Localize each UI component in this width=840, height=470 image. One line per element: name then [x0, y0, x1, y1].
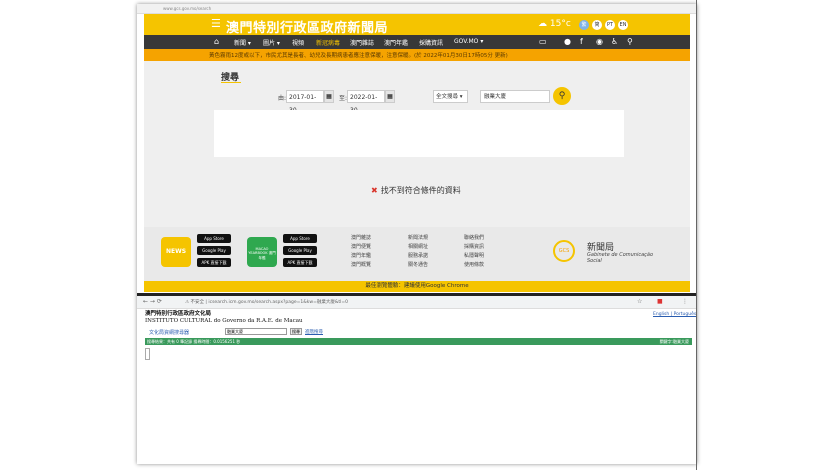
nav-procurement[interactable]: 採購資訊 — [419, 38, 443, 47]
temperature: 15°c — [549, 19, 571, 29]
lang-en[interactable]: EN — [618, 20, 628, 30]
from-label: 由: — [278, 95, 287, 102]
ic-lang-links[interactable]: English | Português — [653, 312, 696, 317]
heading-underline — [221, 82, 241, 83]
macau-magazine-icon[interactable]: ▭ — [539, 37, 547, 46]
google-play-badge[interactable]: Google Play — [283, 246, 317, 255]
search-icon: ⚲ — [558, 91, 566, 101]
page-frame: www.gcs.gov.mo/search ☰ 澳門特別行政區政府新聞局 ☁ 1… — [137, 4, 697, 464]
search-icon[interactable]: ⚲ — [627, 37, 633, 46]
nav-photos[interactable]: 圖片 ▾ — [263, 38, 280, 47]
ic-empty-result — [145, 348, 150, 360]
search-button[interactable]: ⚲ — [553, 87, 571, 105]
footer-link[interactable]: 聯絡我們 — [464, 234, 484, 241]
nav-magazine[interactable]: 澳門雜誌 — [350, 38, 374, 47]
apk-badge[interactable]: APK 直接下載 — [197, 258, 231, 267]
footer-link[interactable]: 服務承諾 — [408, 252, 428, 259]
gcs-logo-block[interactable]: GCS 新聞局 Gabinete de Comunicação Social — [549, 237, 669, 267]
app-store-badge[interactable]: App Store — [197, 234, 231, 243]
search-scope-select[interactable]: 全文搜尋 ▾ — [433, 90, 468, 103]
footer-link[interactable]: 使用條款 — [464, 261, 484, 268]
browser-url[interactable]: www.gcs.gov.mo/search — [163, 6, 211, 11]
to-date-input[interactable]: 2022-01-30 — [347, 90, 385, 114]
nav-govmo[interactable]: GOV.MO ▾ — [454, 38, 483, 45]
lang-zh-hans[interactable]: 简 — [592, 20, 602, 30]
extension-icon[interactable]: ■ — [657, 298, 663, 305]
ic-org-zh: 澳門特別行政區政府文化局 — [145, 311, 212, 317]
footer-link[interactable]: 新聞法規 — [408, 234, 428, 241]
chat-icon[interactable]: ● — [564, 37, 571, 46]
from-date-input[interactable]: 2017-01-30 — [286, 90, 324, 114]
ic-org-pt: INSTITUTO CULTURAL do Governo da R.A.E. … — [145, 318, 303, 324]
footer-link[interactable]: 採購資訊 — [464, 243, 484, 250]
google-play-badge[interactable]: Google Play — [197, 246, 231, 255]
search-section: 搜尋 由: 2017-01-30 ▦ 至: 2022-01-30 ▦ 全文搜尋 … — [144, 61, 690, 227]
footer-link[interactable]: 澳門年鑑 — [351, 252, 371, 259]
gcs-logo: GCS — [553, 240, 575, 262]
keyword-input[interactable]: 融業大廈 — [480, 90, 550, 103]
to-label: 至: — [339, 95, 348, 102]
ic-search-button[interactable]: 搜尋 — [290, 328, 302, 335]
weather-widget: ☁ 15°c — [538, 19, 571, 29]
ic-category-link[interactable]: 文化局資網搜尋器 — [149, 329, 189, 336]
footer-link[interactable]: 澳門便覽 — [351, 243, 371, 250]
notice-text[interactable]: 黃色霧雨12度或以下，市民尤其是長者、幼兒及長期病患者應注意保暖，注意保暖。(於… — [209, 51, 508, 59]
site-footer: NEWS App Store Google Play APK 直接下載 MACA… — [144, 227, 690, 281]
nav-news[interactable]: 新聞 ▾ — [234, 38, 251, 47]
calendar-icon[interactable]: ▦ — [324, 90, 334, 103]
news-app-logo[interactable]: NEWS — [161, 237, 191, 267]
browser-address-bar[interactable]: www.gcs.gov.mo/search — [137, 4, 697, 14]
footer-link[interactable]: 澳門概覽 — [351, 261, 371, 268]
second-browser-window: ← → ⟳ ⚠ 不安全 | icsearch.icm.gov.mo/search… — [137, 296, 697, 464]
ic-result-keyword: 關鍵字:融業大廈 — [659, 339, 689, 344]
nav-covid[interactable]: 新冠病毒 — [316, 38, 340, 47]
ic-search-input[interactable]: 融業大廈 — [225, 328, 287, 335]
error-x-icon: ✖ — [371, 186, 378, 195]
nav-videos[interactable]: 視頻 — [292, 38, 304, 47]
lang-pt[interactable]: PT — [605, 20, 615, 30]
footer-link[interactable]: 關冬通告 — [408, 261, 428, 268]
facebook-icon[interactable]: f — [580, 37, 583, 46]
footer-link[interactable]: 相關網址 — [408, 243, 428, 250]
site-header: ☰ 澳門特別行政區政府新聞局 ☁ 15°c 繁 简 PT EN — [144, 14, 690, 36]
ic-advanced-link[interactable]: 進階搜尋 — [305, 329, 323, 335]
no-results-message: ✖ 找不到符合條件的資料 — [371, 186, 461, 195]
results-box — [214, 110, 624, 157]
weather-notice-bar: 黃色霧雨12度或以下，市民尤其是長者、幼兒及長期病患者應注意保暖，注意保暖。(於… — [144, 49, 690, 61]
rss-icon[interactable]: ◉ — [596, 37, 603, 46]
footer-link[interactable]: 私隱聲明 — [464, 252, 484, 259]
footer-link[interactable]: 澳門雜誌 — [351, 234, 371, 241]
apk-badge[interactable]: APK 直接下載 — [283, 258, 317, 267]
frame-edge — [696, 0, 697, 470]
main-nav: ⌂ 新聞 ▾ 圖片 ▾ 視頻 新冠病毒 澳門雜誌 澳門年鑑 採購資訊 GOV.M… — [144, 35, 690, 49]
nav-yearbook[interactable]: 澳門年鑑 — [384, 38, 408, 47]
ic-header: 澳門特別行政區政府文化局 INSTITUTO CULTURAL do Gover… — [145, 311, 303, 325]
browser-recommendation: 最佳瀏覽體驗：建議使用Google Chrome — [144, 281, 690, 292]
calendar-icon[interactable]: ▦ — [385, 90, 395, 103]
site-title[interactable]: 澳門特別行政區政府新聞局 — [226, 17, 388, 36]
back-forward-icons[interactable]: ← → ⟳ — [143, 298, 162, 305]
gcs-subtitle: Gabinete de Comunicação Social — [587, 252, 654, 264]
browser-url[interactable]: ⚠ 不安全 | icsearch.icm.gov.mo/search.aspx?… — [185, 299, 348, 305]
yearbook-app-logo[interactable]: MACAO YEARBOOK 澳門年鑑 — [247, 237, 277, 267]
accessibility-icon[interactable]: ♿ — [611, 37, 618, 46]
lang-zh-hant[interactable]: 繁 — [579, 20, 589, 30]
hamburger-menu-icon[interactable]: ☰ — [211, 17, 221, 30]
app-store-badge[interactable]: App Store — [283, 234, 317, 243]
home-icon[interactable]: ⌂ — [214, 37, 219, 46]
browser-address-bar[interactable]: ← → ⟳ ⚠ 不安全 | icsearch.icm.gov.mo/search… — [137, 296, 697, 309]
more-menu-icon[interactable]: ⋮ — [682, 298, 688, 305]
ic-result-bar: 搜尋結果：共有 0 筆記錄 搜尋時間：0.0156251 秒 關鍵字:融業大廈 — [145, 338, 692, 345]
ic-result-summary: 搜尋結果：共有 0 筆記錄 搜尋時間：0.0156251 秒 — [147, 339, 241, 344]
bookmark-star-icon[interactable]: ☆ — [637, 298, 642, 305]
cloud-icon: ☁ — [538, 19, 547, 29]
